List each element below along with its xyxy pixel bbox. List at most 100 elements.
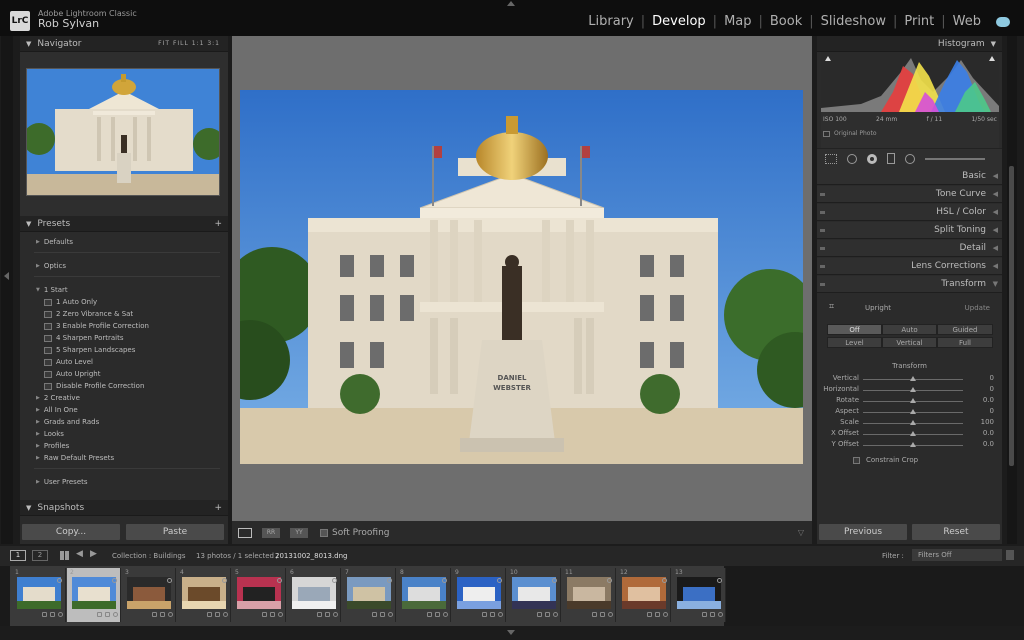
update-button[interactable]: Update	[965, 304, 990, 312]
toolbar-menu-icon[interactable]: ▽	[798, 528, 804, 537]
slider-rotate[interactable]: Rotate 0.0	[817, 396, 1002, 406]
flag-icon[interactable]	[387, 578, 392, 583]
upright-guided-button[interactable]: Guided	[937, 324, 993, 335]
right-panel-edge[interactable]	[1007, 36, 1017, 544]
filmstrip-thumbnail[interactable]: 9	[452, 568, 506, 622]
upright-full-button[interactable]: Full	[937, 337, 993, 348]
upright-level-button[interactable]: Level	[827, 337, 882, 348]
preset-group-raw-default[interactable]: ▶ Raw Default Presets	[36, 454, 114, 462]
zoom-options[interactable]: FIT FILL 1:1 3:1	[158, 40, 220, 47]
filmstrip-thumbnail[interactable]: 4	[177, 568, 231, 622]
preset-item[interactable]: Disable Profile Correction	[44, 382, 144, 390]
cloud-sync-icon[interactable]	[996, 16, 1010, 27]
collapse-bottom-arrow-icon[interactable]	[507, 630, 515, 635]
reset-button[interactable]: Reset	[912, 524, 1000, 540]
brush-slider-icon[interactable]	[925, 157, 985, 160]
preset-item[interactable]: 2 Zero Vibrance & Sat	[44, 310, 133, 318]
preset-item[interactable]: 3 Enable Profile Correction	[44, 322, 149, 330]
slider-thumb[interactable]	[910, 409, 916, 414]
slider-thumb[interactable]	[910, 442, 916, 447]
preset-group-grads[interactable]: ▶ Grads and Rads	[36, 418, 99, 426]
slider-vertical[interactable]: Vertical 0	[817, 374, 1002, 384]
constrain-crop-checkbox[interactable]	[853, 456, 860, 464]
crop-tool-icon[interactable]	[825, 153, 837, 164]
presets-header[interactable]: ▼ Presets +	[20, 216, 228, 232]
flag-icon[interactable]	[57, 578, 62, 583]
filmstrip-thumbnail[interactable]: 2	[67, 568, 121, 622]
flag-icon[interactable]	[552, 578, 557, 583]
soft-proofing-checkbox[interactable]	[320, 528, 328, 537]
flag-icon[interactable]	[607, 578, 612, 583]
preset-group-1-start[interactable]: ▼ 1 Start	[36, 286, 68, 294]
panel-switch-icon[interactable]	[820, 211, 825, 214]
add-preset-button[interactable]: +	[214, 219, 222, 229]
module-library[interactable]: Library	[581, 14, 640, 29]
flag-icon[interactable]	[662, 578, 667, 583]
flag-icon[interactable]	[332, 578, 337, 583]
flag-icon[interactable]	[497, 578, 502, 583]
slider-y-offset[interactable]: Y Offset 0.0	[817, 440, 1002, 450]
panel-switch-icon[interactable]	[820, 229, 825, 232]
spot-removal-icon[interactable]	[847, 153, 857, 164]
filmstrip-thumbnail[interactable]: 13	[672, 568, 726, 622]
preset-group-2-creative[interactable]: ▶ 2 Creative	[36, 394, 80, 402]
panel-switch-icon[interactable]	[820, 283, 825, 286]
preset-group-all-in-one[interactable]: ▶ All In One	[36, 406, 78, 414]
histogram-header[interactable]: Histogram ▼	[817, 36, 1002, 52]
slider-scale[interactable]: Scale 100	[817, 418, 1002, 428]
flag-icon[interactable]	[222, 578, 227, 583]
flag-icon[interactable]	[442, 578, 447, 583]
slider-thumb[interactable]	[910, 420, 916, 425]
section-transform[interactable]: Transform ▼	[817, 276, 1002, 293]
filmstrip-thumbnail[interactable]: 5	[232, 568, 286, 622]
slider-aspect[interactable]: Aspect 0	[817, 407, 1002, 417]
preset-group-defaults[interactable]: ▶ Defaults	[36, 238, 73, 246]
right-panel-scrollbar[interactable]	[1009, 166, 1014, 466]
forward-arrow-icon[interactable]: ▶	[90, 549, 97, 559]
red-eye-icon[interactable]	[867, 153, 877, 164]
flag-icon[interactable]	[112, 578, 117, 583]
filmstrip-thumbnail[interactable]: 1	[12, 568, 66, 622]
module-book[interactable]: Book	[763, 14, 809, 29]
flag-icon[interactable]	[717, 578, 722, 583]
preset-item[interactable]: 1 Auto Only	[44, 298, 97, 306]
collapse-top-arrow-icon[interactable]	[507, 1, 515, 6]
section-split-toning[interactable]: Split Toning ◀	[817, 222, 1002, 239]
filmstrip-thumbnail[interactable]: 7	[342, 568, 396, 622]
section-hsl-color[interactable]: HSL / Color ◀	[817, 204, 1002, 221]
upright-vertical-button[interactable]: Vertical	[882, 337, 937, 348]
shadow-clipping-icon[interactable]	[825, 56, 831, 61]
filter-lock-icon[interactable]	[1006, 550, 1014, 560]
slider-thumb[interactable]	[910, 398, 916, 403]
grid-view-icon[interactable]	[60, 551, 70, 560]
module-web[interactable]: Web	[946, 14, 988, 29]
panel-switch-icon[interactable]	[820, 193, 825, 196]
before-after-icon[interactable]: RR	[262, 527, 280, 538]
upright-off-button[interactable]: Off	[827, 324, 882, 335]
module-slideshow[interactable]: Slideshow	[814, 14, 893, 29]
preset-item[interactable]: Auto Level	[44, 358, 93, 366]
filmstrip-thumbnail[interactable]: 12	[617, 568, 671, 622]
left-panel-edge[interactable]	[1, 36, 13, 544]
panel-switch-icon[interactable]	[820, 247, 825, 250]
panel-switch-icon[interactable]	[820, 265, 825, 268]
navigator-thumbnail[interactable]	[26, 68, 220, 196]
upright-tool-icon[interactable]: ⌗	[829, 302, 834, 312]
previous-button[interactable]: Previous	[819, 524, 907, 540]
section-lens-corrections[interactable]: Lens Corrections ◀	[817, 258, 1002, 275]
filmstrip-thumbnail[interactable]: 6	[287, 568, 341, 622]
slider-thumb[interactable]	[910, 431, 916, 436]
upright-auto-button[interactable]: Auto	[882, 324, 937, 335]
graduated-filter-icon[interactable]	[887, 153, 895, 164]
preset-item[interactable]: 5 Sharpen Landscapes	[44, 346, 135, 354]
preset-group-optics[interactable]: ▶ Optics	[36, 262, 66, 270]
module-map[interactable]: Map	[717, 14, 758, 29]
copy-settings-button[interactable]: Copy...	[22, 524, 120, 540]
slider-x-offset[interactable]: X Offset 0.0	[817, 429, 1002, 439]
preset-group-user[interactable]: ▶ User Presets	[36, 478, 88, 486]
loupe-view-icon[interactable]	[238, 527, 252, 538]
section-detail[interactable]: Detail ◀	[817, 240, 1002, 257]
file-name[interactable]: 20131002_8013.dng	[275, 552, 348, 560]
flag-icon[interactable]	[167, 578, 172, 583]
add-snapshot-button[interactable]: +	[214, 503, 222, 513]
